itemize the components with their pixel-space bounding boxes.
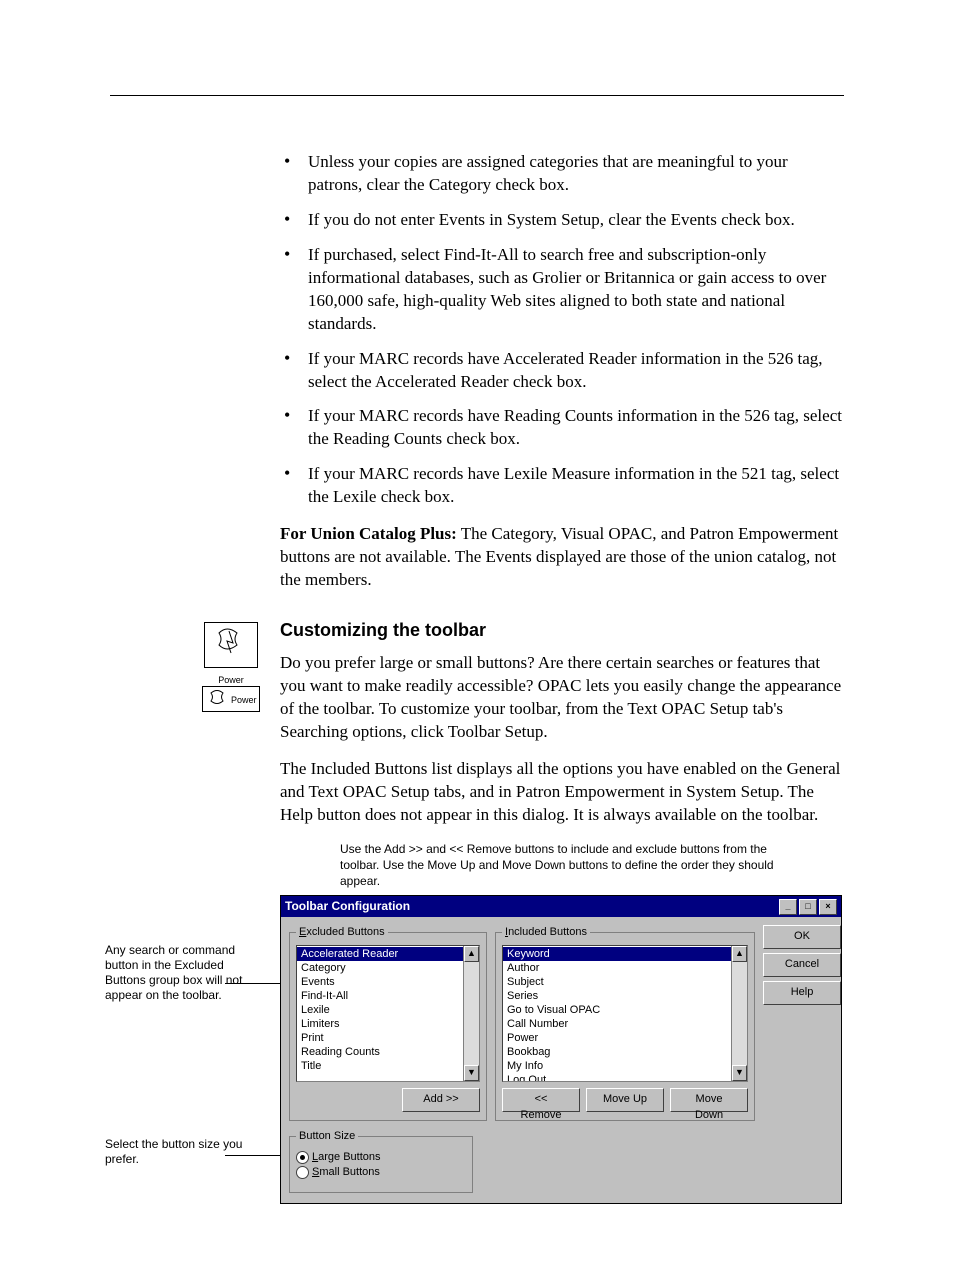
list-item[interactable]: Reading Counts [297,1045,479,1059]
scrollbar[interactable]: ▲ ▼ [731,946,747,1081]
included-buttons-group: Included Buttons Keyword Author Subject … [495,925,755,1122]
customize-para-1: Do you prefer large or small buttons? Ar… [280,652,844,744]
dialog-caption: Use the Add >> and << Remove buttons to … [340,841,780,890]
list-item[interactable]: Author [503,961,747,975]
toolbar-configuration-dialog: Toolbar Configuration _ □ × Excluded But… [280,895,842,1204]
annotation-size: Select the button size you prefer. [105,1137,255,1167]
move-down-button[interactable]: Move Down [670,1088,748,1112]
remove-button[interactable]: << Remove [502,1088,580,1112]
scrollbar[interactable]: ▲ ▼ [463,946,479,1081]
list-item[interactable]: Limiters [297,1017,479,1031]
small-buttons-radio[interactable]: Small Buttons [296,1165,380,1180]
section-heading: Customizing the toolbar [280,618,844,642]
help-button[interactable]: Help [763,981,841,1005]
list-item[interactable]: Find-It-All [297,989,479,1003]
bullet-item: If your MARC records have Reading Counts… [280,405,844,451]
move-up-button[interactable]: Move Up [586,1088,664,1112]
bullet-list: Unless your copies are assigned categori… [280,151,844,509]
union-catalog-note: For Union Catalog Plus: The Category, Vi… [280,523,844,592]
dialog-titlebar: Toolbar Configuration _ □ × [281,896,841,916]
dialog-title-text: Toolbar Configuration [285,898,410,914]
bullet-item: If you do not enter Events in System Set… [280,209,844,232]
list-item[interactable]: Power [503,1031,747,1045]
margin-power-icons: Power Power [110,622,260,718]
power-icon-small: Power [202,686,260,712]
list-item[interactable]: Print [297,1031,479,1045]
button-size-legend: Button Size [296,1129,358,1144]
customize-para-2: The Included Buttons list displays all t… [280,758,844,827]
minimize-icon[interactable]: _ [779,899,797,915]
included-legend: ncluded Buttons [508,926,587,938]
included-buttons-listbox[interactable]: Keyword Author Subject Series Go to Visu… [502,945,748,1082]
close-icon[interactable]: × [819,899,837,915]
add-button[interactable]: Add >> [402,1088,480,1112]
ok-button[interactable]: OK [763,925,841,949]
large-buttons-radio[interactable]: Large Buttons [296,1150,381,1165]
bullet-item: If your MARC records have Accelerated Re… [280,348,844,394]
button-size-group: Button Size Large Buttons Small Buttons [289,1129,473,1193]
connector-line [225,983,280,984]
list-item[interactable]: Category [297,961,479,975]
scroll-down-icon[interactable]: ▼ [464,1065,479,1081]
excluded-legend: xcluded Buttons [306,926,384,938]
small-buttons-label: mall Buttons [319,1166,380,1178]
radio-on-icon [296,1151,309,1164]
connector-line [225,1155,280,1156]
list-item[interactable]: Log Out [503,1073,747,1082]
annotation-excluded: Any search or command button in the Excl… [105,943,255,1003]
list-item[interactable]: Title [297,1059,479,1073]
union-note-label: For Union Catalog Plus: [280,524,457,543]
list-item[interactable]: Bookbag [503,1045,747,1059]
list-item[interactable]: Subject [503,975,747,989]
scroll-up-icon[interactable]: ▲ [464,946,479,962]
list-item[interactable]: Lexile [297,1003,479,1017]
list-item[interactable]: Events [297,975,479,989]
list-item[interactable]: Call Number [503,1017,747,1031]
power-icon-large [204,622,258,668]
bullet-item: If your MARC records have Lexile Measure… [280,463,844,509]
power-icon-small-label: Power [231,695,257,705]
page-rule [110,95,844,96]
scroll-up-icon[interactable]: ▲ [732,946,747,962]
large-buttons-label: arge Buttons [318,1151,380,1163]
excluded-buttons-group: Excluded Buttons Accelerated Reader Cate… [289,925,487,1122]
bullet-item: Unless your copies are assigned categori… [280,151,844,197]
radio-off-icon [296,1166,309,1179]
power-icon-large-label: Power [202,674,260,686]
scroll-down-icon[interactable]: ▼ [732,1065,747,1081]
list-item[interactable]: Go to Visual OPAC [503,1003,747,1017]
bullet-item: If purchased, select Find-It-All to sear… [280,244,844,336]
cancel-button[interactable]: Cancel [763,953,841,977]
list-item[interactable]: Series [503,989,747,1003]
maximize-icon[interactable]: □ [799,899,817,915]
list-item[interactable]: Keyword [503,947,747,961]
excluded-buttons-listbox[interactable]: Accelerated Reader Category Events Find-… [296,945,480,1082]
list-item[interactable]: Accelerated Reader [297,947,479,961]
list-item[interactable]: My Info [503,1059,747,1073]
